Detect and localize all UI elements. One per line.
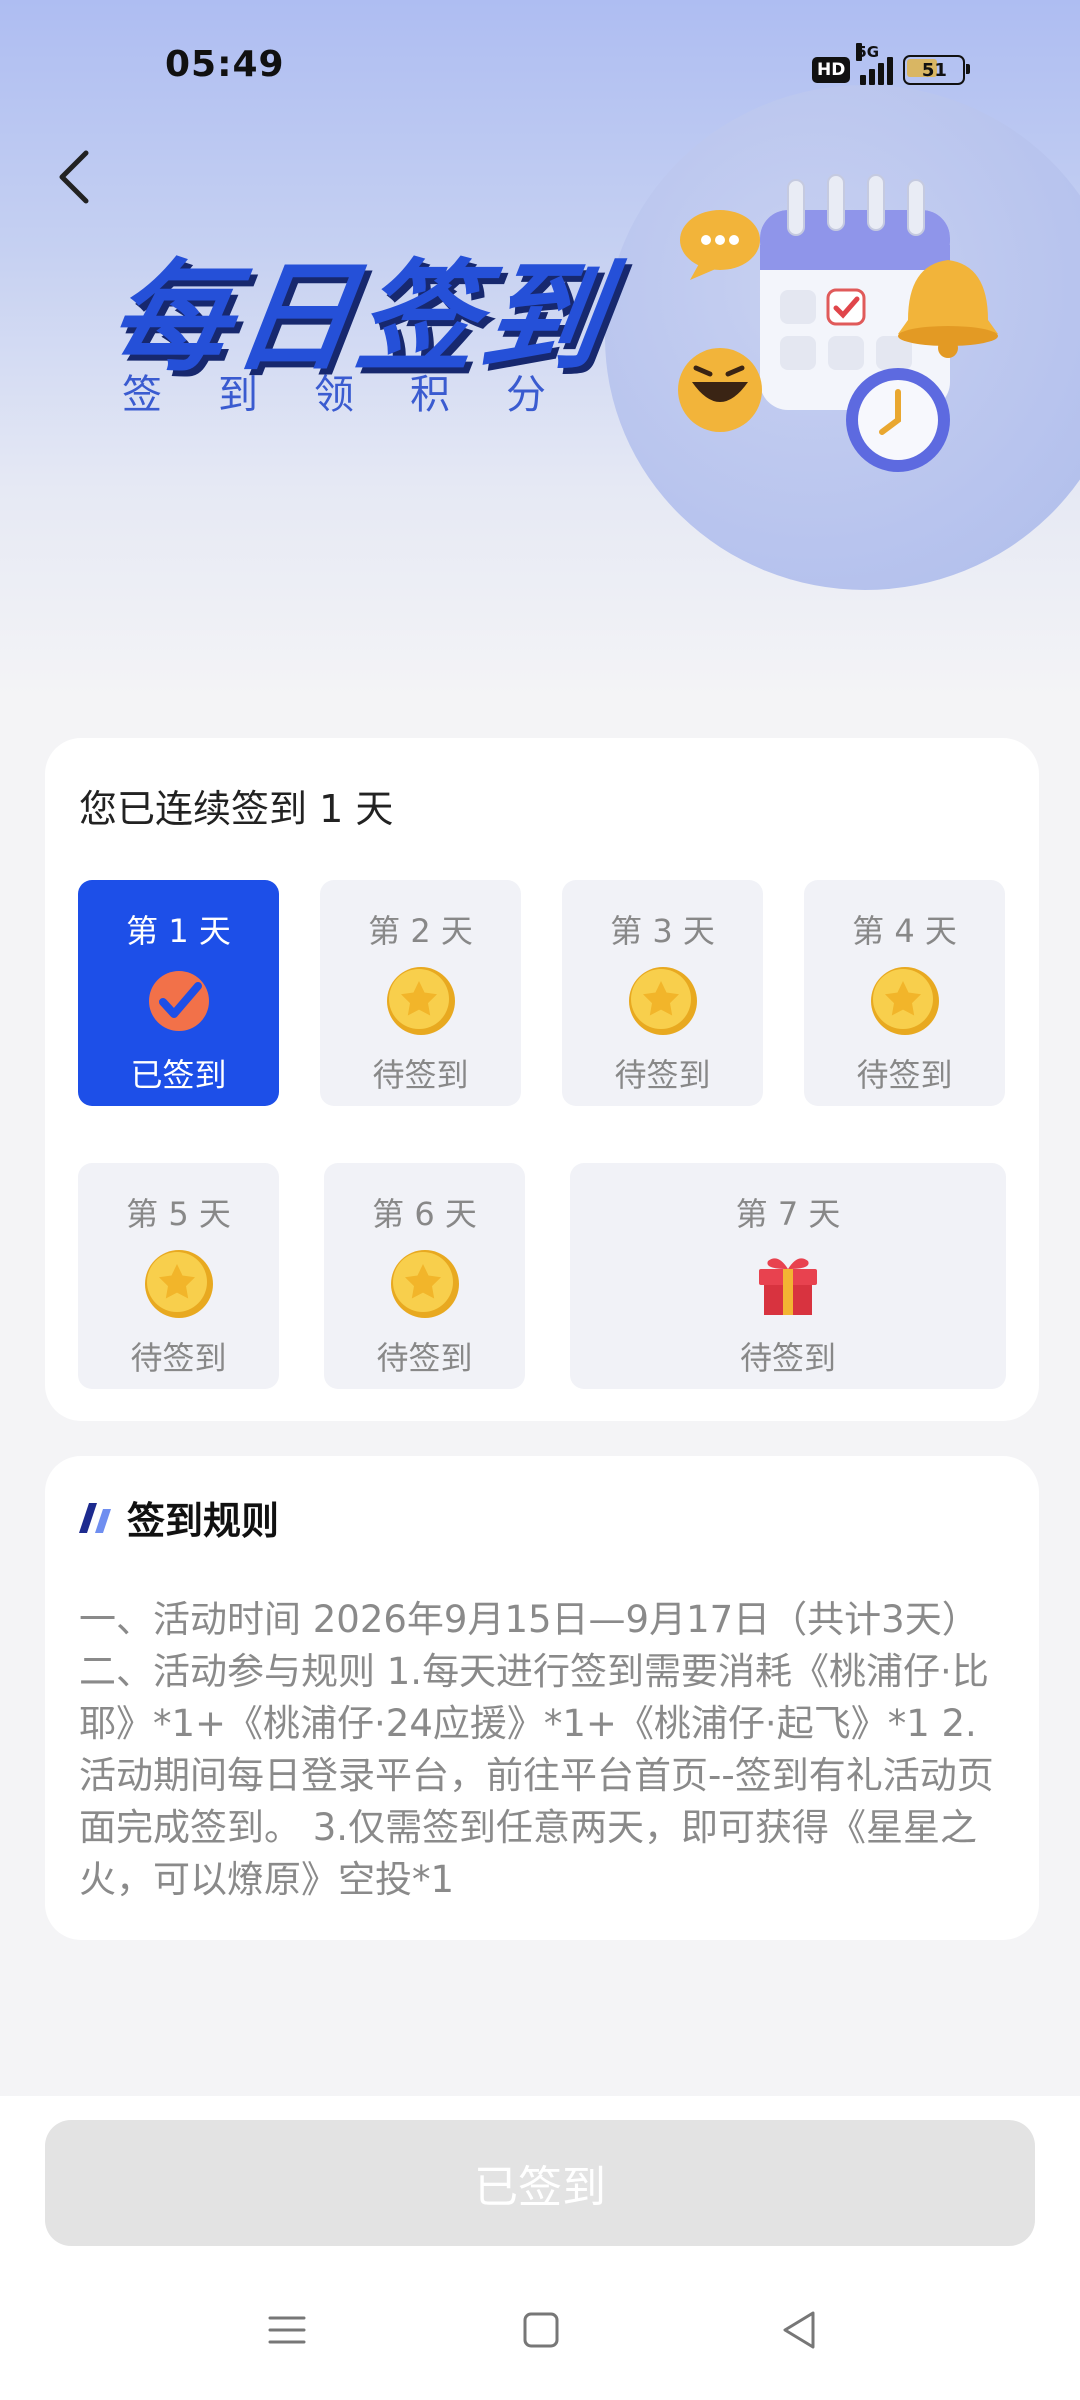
- day-2-card: 第 2 天 待签到: [320, 880, 521, 1106]
- day-status: 待签到: [376, 1339, 473, 1377]
- battery-level: 51: [921, 59, 947, 81]
- star-coin-icon: [628, 967, 697, 1035]
- section-mark-icon: [79, 1502, 111, 1533]
- day-label: 第 1 天: [126, 912, 231, 950]
- sign-in-days-card: 您已连续签到 1 天 第 1 天 已签到 第 2 天 待签到 第 3 天 待签到…: [45, 738, 1039, 1421]
- status-time: 05:49: [165, 44, 285, 85]
- star-coin-icon: [144, 1250, 213, 1318]
- hd-icon: HD: [812, 57, 851, 83]
- day-6-card: 第 6 天 待签到: [324, 1163, 525, 1389]
- day-label: 第 7 天: [735, 1195, 841, 1233]
- star-coin-icon: [390, 1250, 459, 1318]
- status-bar: 05:49 HD 5G 51: [0, 0, 1080, 140]
- network-type: 5G: [856, 43, 880, 61]
- day-status: 待签到: [130, 1339, 227, 1377]
- day-status: 待签到: [614, 1056, 711, 1094]
- day-status: 已签到: [130, 1056, 227, 1094]
- star-coin-icon: [386, 967, 455, 1035]
- day-3-card: 第 3 天 待签到: [562, 880, 763, 1106]
- day-label: 第 3 天: [610, 912, 715, 950]
- back-nav-icon[interactable]: [775, 2305, 825, 2355]
- day-label: 第 2 天: [368, 912, 473, 950]
- rules-title: 签到规则: [127, 1499, 280, 1543]
- signal-icon: 5G: [856, 43, 894, 85]
- day-4-card: 第 4 天 待签到: [804, 880, 1005, 1106]
- rules-card: 签到规则 一、活动时间 2026年9月15日—9月17日（共计3天）二、活动参与…: [45, 1456, 1039, 1940]
- rules-header: 签到规则: [79, 1490, 279, 1545]
- signed-in-button[interactable]: 已签到: [45, 2120, 1035, 2246]
- day-status: 待签到: [372, 1056, 469, 1094]
- menu-nav-icon[interactable]: [262, 2305, 312, 2355]
- day-status: 待签到: [739, 1339, 836, 1377]
- battery-icon: 51: [903, 55, 971, 85]
- day-label: 第 4 天: [852, 912, 957, 950]
- streak-text: 您已连续签到 1 天: [79, 787, 394, 831]
- day-label: 第 5 天: [126, 1195, 231, 1233]
- gift-icon: [759, 1258, 817, 1315]
- status-icons: HD 5G 51: [812, 43, 971, 88]
- check-icon: [148, 971, 209, 1031]
- day-label: 第 6 天: [372, 1195, 477, 1233]
- calendar-illustration-icon: [678, 174, 998, 472]
- star-coin-icon: [870, 967, 939, 1035]
- day-7-card: 第 7 天 待签到: [570, 1163, 1006, 1389]
- home-nav-icon[interactable]: [516, 2305, 566, 2355]
- rules-text: 一、活动时间 2026年9月15日—9月17日（共计3天）二、活动参与规则 1.…: [79, 1598, 994, 1901]
- day-1-card: 第 1 天 已签到: [78, 880, 279, 1106]
- day-status: 待签到: [856, 1056, 953, 1094]
- day-5-card: 第 5 天 待签到: [78, 1163, 279, 1389]
- back-icon[interactable]: [50, 145, 100, 210]
- page-subtitle: 签到领积分: [122, 372, 602, 418]
